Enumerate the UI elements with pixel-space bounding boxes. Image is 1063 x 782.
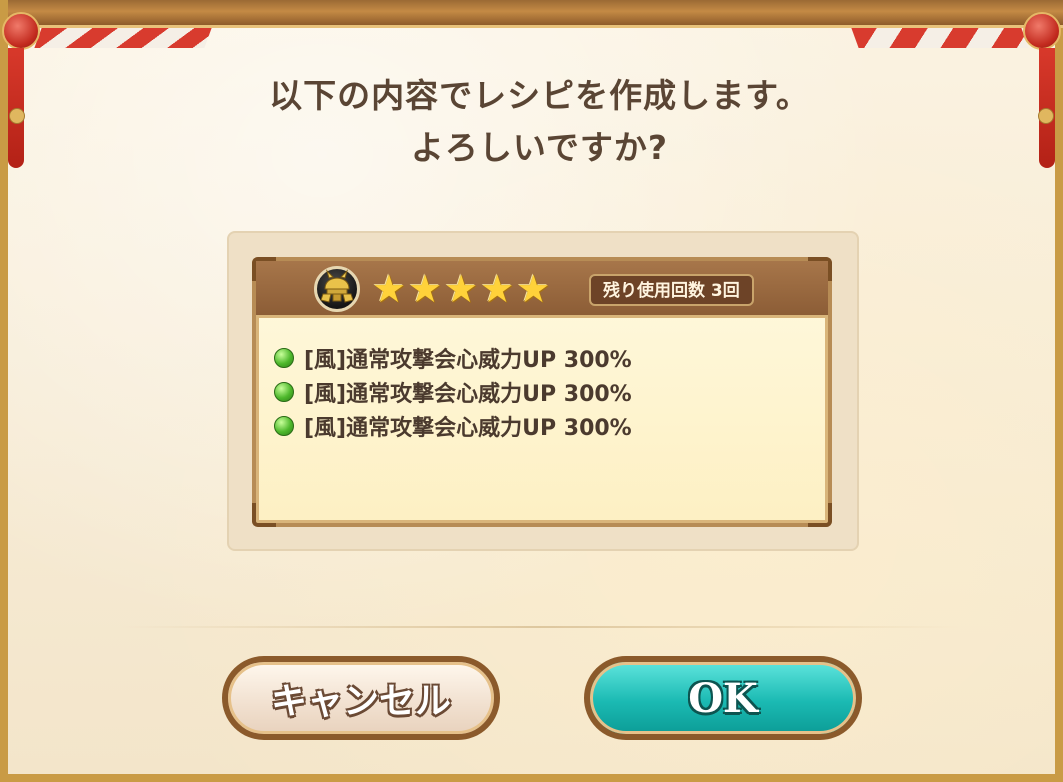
dialog-title-line1: 以下の内容でレシピを作成します。 xyxy=(269,76,810,115)
knot-right-icon xyxy=(1023,12,1061,50)
confirm-dialog: 以下の内容でレシピを作成します。 よろしいですか? ★ ★ ★ ★ ★ 残り使用… xyxy=(0,0,1063,782)
green-orb-icon xyxy=(274,382,294,402)
star-icon: ★ xyxy=(480,267,515,311)
ok-button-label: OK xyxy=(688,674,758,722)
green-orb-icon xyxy=(274,416,294,436)
star-icon: ★ xyxy=(516,267,551,311)
effect-list: [風]通常攻撃会心威力UP 300% [風]通常攻撃会心威力UP 300% [風… xyxy=(274,341,816,443)
uses-remaining-badge: 残り使用回数 3回 xyxy=(589,274,754,306)
star-icon: ★ xyxy=(444,267,479,311)
card-corner xyxy=(808,503,832,527)
effect-item: [風]通常攻撃会心威力UP 300% xyxy=(274,341,816,375)
ribbon-left xyxy=(34,28,212,48)
star-icon: ★ xyxy=(408,267,443,311)
effect-text: [風]通常攻撃会心威力UP 300% xyxy=(304,416,632,441)
recipe-card: ★ ★ ★ ★ ★ 残り使用回数 3回 [風]通常攻撃会心威力UP 300% [… xyxy=(252,257,832,527)
green-orb-icon xyxy=(274,348,294,368)
ribbon-right xyxy=(851,28,1029,48)
effect-text: [風]通常攻撃会心威力UP 300% xyxy=(304,382,632,407)
samurai-helmet-icon xyxy=(314,266,360,312)
divider xyxy=(120,626,960,628)
cancel-button[interactable]: キャンセル xyxy=(222,656,500,740)
star-icon: ★ xyxy=(372,267,407,311)
star-rating: ★ ★ ★ ★ ★ xyxy=(372,269,550,309)
dialog-title: 以下の内容でレシピを作成します。 よろしいですか? xyxy=(8,70,1063,174)
dialog-title-line2: よろしいですか? xyxy=(410,128,669,167)
knot-left-icon xyxy=(2,12,40,50)
effect-item: [風]通常攻撃会心威力UP 300% xyxy=(274,375,816,409)
cancel-button-label: キャンセル xyxy=(270,681,451,722)
recipe-card-header: ★ ★ ★ ★ ★ 残り使用回数 3回 xyxy=(256,261,828,318)
dialog-top-frame xyxy=(8,0,1063,28)
card-corner xyxy=(252,503,276,527)
ok-button[interactable]: OK xyxy=(584,656,862,740)
effect-text: [風]通常攻撃会心威力UP 300% xyxy=(304,348,632,373)
effect-item: [風]通常攻撃会心威力UP 300% xyxy=(274,409,816,443)
